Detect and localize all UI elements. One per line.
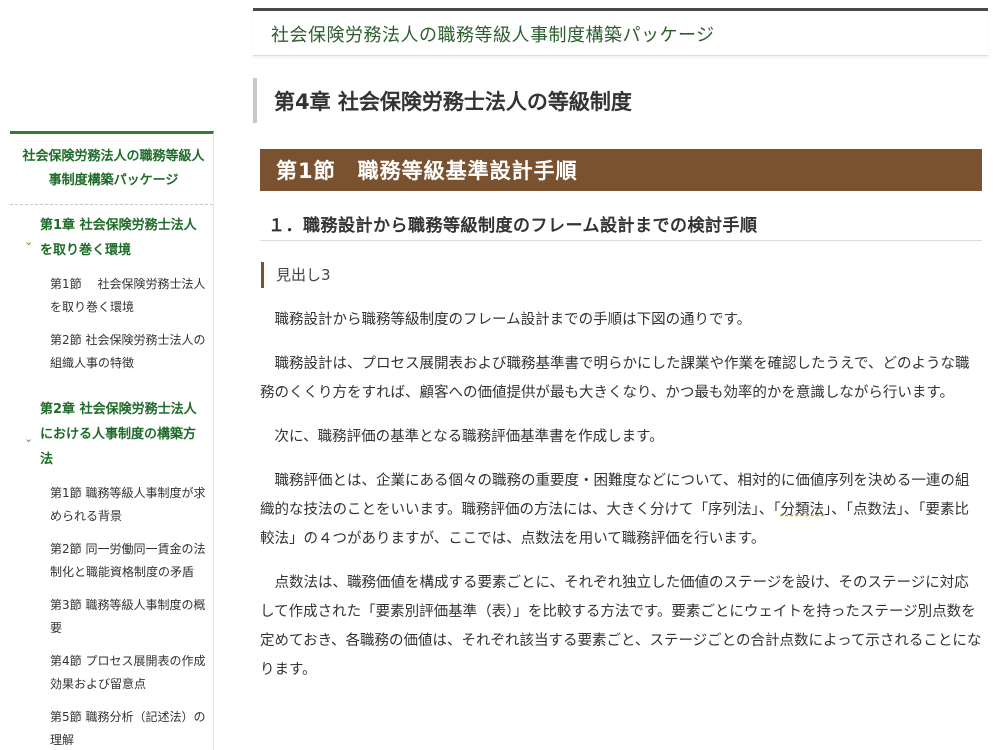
sidebar-item-ch1-sec2[interactable]: 第2節 社会保険労務士法人の組織人事の特徴 bbox=[10, 325, 213, 381]
chevron-down-icon: ⌄ bbox=[24, 431, 34, 445]
sidebar-chapter-1-label: 第1章 社会保険労務士法人を取り巻く環境 bbox=[40, 218, 197, 258]
sidebar-item-ch2-sec2[interactable]: 第2節 同一労働同一賃金の法制化と職能資格制度の矛盾 bbox=[10, 534, 213, 590]
sidebar-chapter-1[interactable]: ⌄ 第1章 社会保険労務士法人を取り巻く環境 bbox=[10, 205, 213, 269]
h3-heading: 見出し3 bbox=[261, 262, 331, 288]
sidebar-package-link[interactable]: 社会保険労務法人の職務等級人事制度構築パッケージ bbox=[10, 134, 213, 205]
sidebar-chapter-2[interactable]: ⌄ 第2章 社会保険労務士法人における人事制度の構築方法 bbox=[10, 389, 213, 478]
sidebar-item-ch2-sec5[interactable]: 第5節 職務分析（記述法）の理解 bbox=[10, 702, 213, 750]
chapter-heading-block: 第4章 社会保険労務士法人の等級制度 bbox=[253, 78, 988, 123]
sidebar-chapter-2-label: 第2章 社会保険労務士法人における人事制度の構築方法 bbox=[40, 402, 197, 467]
page-root: 社会保険労務法人の職務等級人事制度構築パッケージ ⌄ 第1章 社会保険労務士法人… bbox=[0, 0, 1000, 750]
paragraph-4: 職務評価とは、企業にある個々の職務の重要度・困難度などについて、相対的に価値序列… bbox=[260, 467, 982, 554]
sidebar-item-ch1-sec1[interactable]: 第1節 社会保険労務士法人を取り巻く環境 bbox=[10, 269, 213, 325]
subsection-heading-block: １．職務設計から職務等級制度のフレーム設計までの検討手順 bbox=[260, 203, 982, 241]
spellcheck-word[interactable]: 分類法 bbox=[781, 502, 825, 518]
section-heading-band: 第1節 職務等級基準設計手順 bbox=[260, 149, 982, 191]
paragraph-2: 職務設計は、プロセス展開表および職務基準書で明らかにした課業や作業を確認したうえ… bbox=[260, 356, 970, 401]
chevron-down-icon: ⌄ bbox=[24, 235, 34, 248]
sidebar-item-ch2-sec4[interactable]: 第4節 プロセス展開表の作成効果および留意点 bbox=[10, 646, 213, 702]
paragraph-1: 職務設計から職務等級制度のフレーム設計までの手順は下図の通りです。 bbox=[274, 312, 752, 328]
paragraph-3: 次に、職務評価の基準となる職務評価基準書を作成します。 bbox=[274, 429, 664, 445]
package-title: 社会保険労務法人の職務等級人事制度構築パッケージ bbox=[271, 25, 715, 46]
sidebar-item-ch2-sec3[interactable]: 第3節 職務等級人事制度の概要 bbox=[10, 590, 213, 646]
paragraph-5: 点数法は、職務価値を構成する要素ごとに、それぞれ独立した価値のステージを設け、そ… bbox=[260, 575, 982, 678]
package-title-bar: 社会保険労務法人の職務等級人事制度構築パッケージ bbox=[253, 8, 988, 56]
subsection-heading: １．職務設計から職務等級制度のフレーム設計までの検討手順 bbox=[268, 216, 758, 236]
article-body: 職務設計から職務等級制度のフレーム設計までの手順は下図の通りです。 職務設計は、… bbox=[260, 306, 982, 700]
main-content: 社会保険労務法人の職務等級人事制度構築パッケージ 第4章 社会保険労務士法人の等… bbox=[253, 0, 988, 750]
sidebar-nav: 社会保険労務法人の職務等級人事制度構築パッケージ ⌄ 第1章 社会保険労務士法人… bbox=[10, 131, 214, 750]
sidebar-item-ch2-sec1[interactable]: 第1節 職務等級人事制度が求められる背景 bbox=[10, 478, 213, 534]
chapter-heading: 第4章 社会保険労務士法人の等級制度 bbox=[274, 90, 632, 114]
section-heading: 第1節 職務等級基準設計手順 bbox=[276, 159, 578, 183]
